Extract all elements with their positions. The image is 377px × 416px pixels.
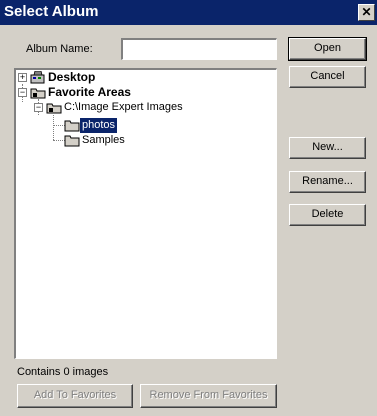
folder-icon: [64, 120, 80, 132]
add-to-favorites-button[interactable]: Add To Favorites: [17, 384, 133, 408]
close-icon: ✕: [361, 5, 372, 19]
desktop-icon: [30, 71, 45, 84]
collapse-icon[interactable]: −: [34, 103, 43, 112]
tree-item-label: C:\Image Expert Images: [64, 101, 183, 113]
album-name-input[interactable]: [121, 38, 277, 60]
close-button[interactable]: ✕: [358, 4, 375, 21]
image-count-status: Contains 0 images: [17, 366, 109, 378]
cancel-button[interactable]: Cancel: [289, 66, 366, 88]
new-button[interactable]: New...: [289, 137, 366, 159]
rename-button[interactable]: Rename...: [289, 171, 366, 193]
favorites-folder-icon: [30, 88, 46, 99]
tree-item-image-expert-images[interactable]: − C:\Image Expert Images: [16, 100, 266, 115]
tree-item-label: Samples: [82, 134, 125, 146]
tree-item-desktop[interactable]: + Desktop: [16, 70, 266, 85]
folder-icon: [64, 135, 80, 147]
tree-item-label: Favorite Areas: [48, 85, 131, 99]
album-tree[interactable]: + Desktop − Favorite Areas − C:\Image Ex…: [14, 68, 277, 359]
expand-icon[interactable]: +: [18, 73, 27, 82]
open-button[interactable]: Open: [288, 37, 367, 61]
window-title: Select Album: [4, 3, 99, 20]
tree-item-label: photos: [80, 118, 118, 133]
tree-item-favorite-areas[interactable]: − Favorite Areas: [16, 85, 266, 100]
title-bar: Select Album ✕: [0, 0, 377, 25]
collapse-icon[interactable]: −: [18, 88, 27, 97]
delete-button[interactable]: Delete: [289, 204, 366, 226]
remove-from-favorites-button[interactable]: Remove From Favorites: [140, 384, 277, 408]
favorites-folder-icon: [46, 103, 62, 114]
album-name-label: Album Name:: [26, 43, 93, 55]
tree-item-samples[interactable]: Samples: [16, 133, 266, 148]
tree-item-label: Desktop: [48, 70, 96, 84]
tree-item-photos[interactable]: photos: [16, 118, 266, 133]
